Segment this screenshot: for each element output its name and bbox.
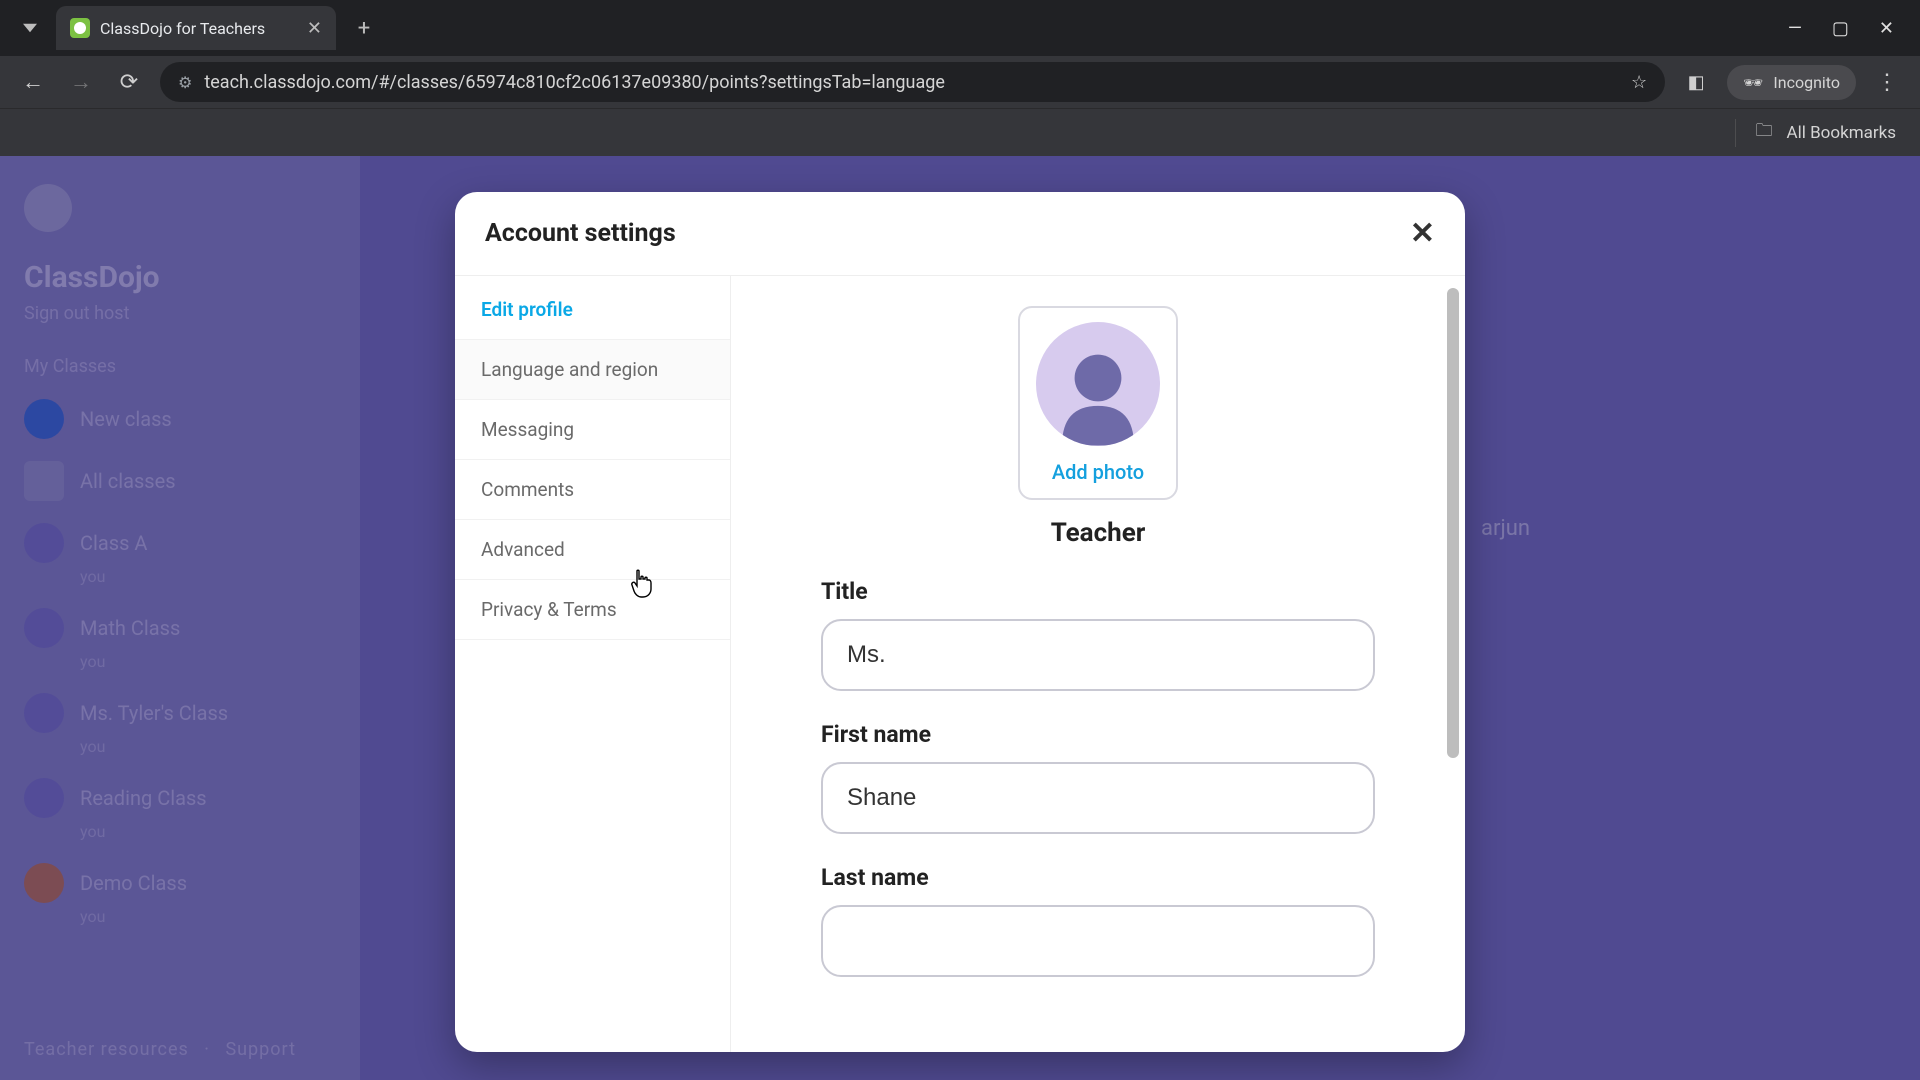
browser-tab-active[interactable]: ClassDojo for Teachers ✕ — [56, 6, 336, 50]
window-minimize-icon[interactable]: — — [1788, 18, 1802, 39]
last-name-label: Last name — [821, 864, 1375, 891]
title-label: Title — [821, 578, 1375, 605]
site-settings-icon[interactable]: ⚙ — [178, 73, 192, 92]
title-input[interactable] — [821, 619, 1375, 691]
first-name-input[interactable] — [821, 762, 1375, 834]
avatar-placeholder — [1036, 322, 1160, 446]
incognito-label: Incognito — [1773, 73, 1840, 92]
nav-messaging[interactable]: Messaging — [455, 400, 730, 460]
nav-edit-profile[interactable]: Edit profile — [455, 280, 730, 340]
tab-title: ClassDojo for Teachers — [100, 19, 265, 38]
incognito-icon: 🕶 — [1743, 73, 1763, 92]
nav-privacy-terms[interactable]: Privacy & Terms — [455, 580, 730, 640]
bookmark-star-icon[interactable]: ☆ — [1631, 72, 1647, 93]
kebab-menu-icon[interactable]: ⋮ — [1870, 65, 1904, 99]
close-icon[interactable]: ✕ — [1410, 216, 1435, 251]
add-photo-button[interactable]: Add photo — [1052, 460, 1144, 484]
browser-titlebar: ClassDojo for Teachers ✕ + — ▢ ✕ — [0, 0, 1920, 56]
settings-content: Add photo Teacher Title First name Last … — [731, 276, 1465, 1052]
classdojo-favicon — [70, 18, 90, 38]
incognito-indicator[interactable]: 🕶 Incognito — [1727, 65, 1856, 100]
address-bar[interactable]: ⚙ teach.classdojo.com/#/classes/65974c81… — [160, 62, 1665, 102]
first-name-label: First name — [821, 721, 1375, 748]
forward-button[interactable]: → — [64, 65, 98, 99]
close-tab-icon[interactable]: ✕ — [307, 18, 322, 39]
modal-title: Account settings — [485, 219, 676, 248]
window-close-icon[interactable]: ✕ — [1879, 18, 1894, 39]
nav-comments[interactable]: Comments — [455, 460, 730, 520]
last-name-input[interactable] — [821, 905, 1375, 977]
url-text: teach.classdojo.com/#/classes/65974c810c… — [204, 72, 945, 93]
tab-search-dropdown[interactable] — [8, 6, 52, 50]
reload-button[interactable]: ⟳ — [112, 65, 146, 99]
scrollbar-thumb[interactable] — [1447, 288, 1459, 758]
side-panel-icon[interactable]: ◧ — [1679, 65, 1713, 99]
role-label: Teacher — [761, 518, 1435, 548]
settings-nav: Edit profile Language and region Messagi… — [455, 276, 731, 1052]
all-bookmarks-folder-icon: 🗀 — [1756, 118, 1773, 147]
account-settings-modal: Account settings ✕ Edit profile Language… — [455, 192, 1465, 1052]
new-tab-button[interactable]: + — [346, 10, 382, 46]
nav-language-region[interactable]: Language and region — [455, 340, 730, 400]
all-bookmarks-label[interactable]: All Bookmarks — [1787, 123, 1896, 143]
window-maximize-icon[interactable]: ▢ — [1832, 18, 1849, 39]
nav-advanced[interactable]: Advanced — [455, 520, 730, 580]
browser-toolbar: ← → ⟳ ⚙ teach.classdojo.com/#/classes/65… — [0, 56, 1920, 108]
avatar-card: Add photo — [1018, 306, 1178, 500]
back-button[interactable]: ← — [16, 65, 50, 99]
bookmarks-bar: 🗀 All Bookmarks — [0, 108, 1920, 156]
